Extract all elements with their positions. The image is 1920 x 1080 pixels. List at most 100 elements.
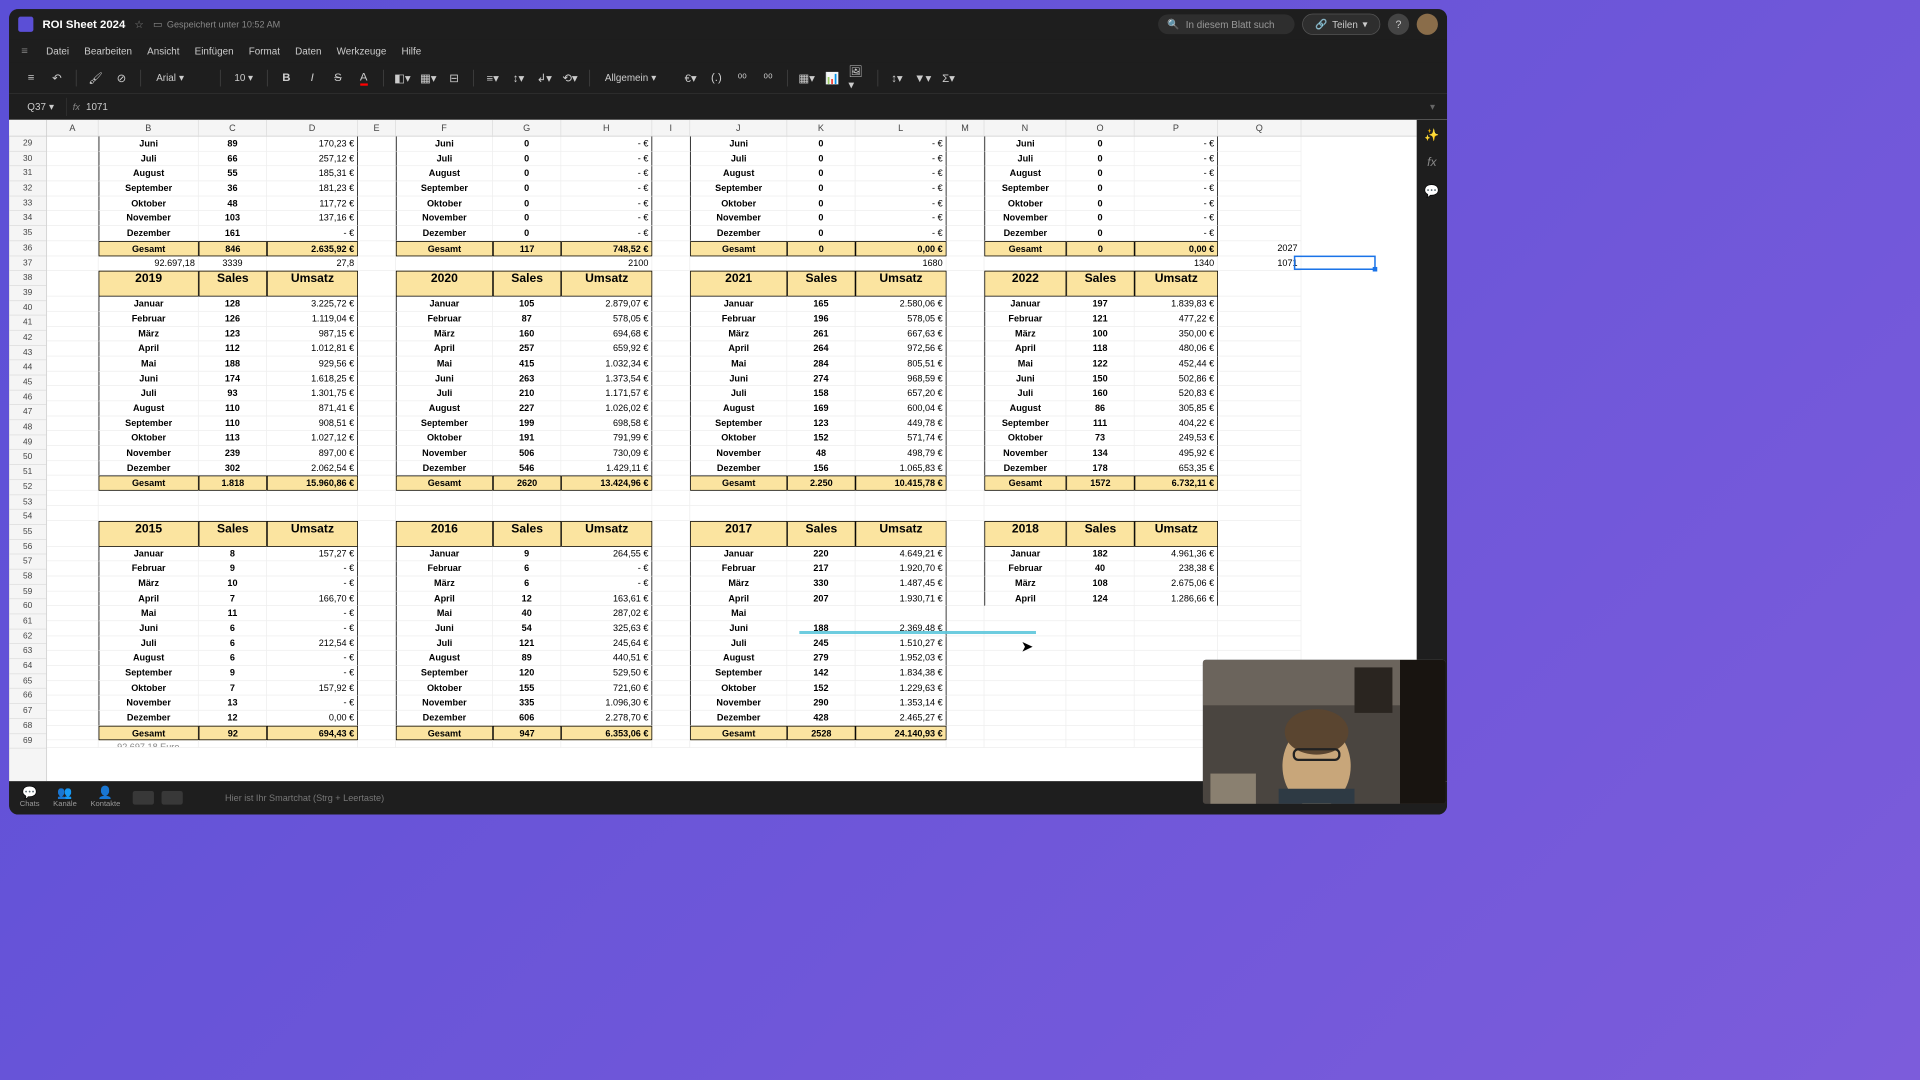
cell[interactable]: 92 — [199, 726, 267, 741]
cell[interactable] — [652, 226, 690, 241]
cell[interactable]: - € — [267, 696, 358, 711]
cell[interactable] — [1218, 297, 1301, 312]
cell[interactable]: - € — [561, 226, 652, 241]
cell[interactable]: September — [396, 181, 493, 196]
cell[interactable]: Oktober — [99, 431, 199, 446]
cell[interactable] — [1135, 506, 1218, 521]
row-header[interactable]: 29 — [9, 137, 46, 152]
cell[interactable]: 10 — [199, 576, 267, 591]
cell[interactable]: 210 — [493, 386, 561, 401]
column-header-F[interactable]: F — [396, 120, 493, 136]
cell[interactable] — [358, 371, 396, 386]
cell[interactable]: 1340 — [1135, 256, 1218, 271]
cell[interactable]: 1.032,34 € — [561, 356, 652, 371]
row-header[interactable]: 63 — [9, 644, 46, 659]
cell[interactable]: April — [396, 341, 493, 356]
cell[interactable]: 185,31 € — [267, 166, 358, 181]
cell[interactable]: Oktober — [984, 431, 1066, 446]
smartchat-hint[interactable]: Hier ist Ihr Smartchat (Strg + Leertaste… — [225, 793, 384, 804]
cell[interactable]: 721,60 € — [561, 681, 652, 696]
cell[interactable]: 264 — [787, 341, 855, 356]
cell[interactable]: Gesamt — [396, 241, 493, 256]
column-header-I[interactable]: I — [652, 120, 690, 136]
cell[interactable] — [946, 297, 984, 312]
cell[interactable]: 330 — [787, 576, 855, 591]
cell[interactable]: Oktober — [99, 681, 199, 696]
cell[interactable] — [358, 356, 396, 371]
cell[interactable] — [946, 696, 984, 711]
cell[interactable]: 13 — [199, 696, 267, 711]
cell[interactable] — [1066, 741, 1134, 749]
cell[interactable]: 249,53 € — [1135, 431, 1218, 446]
cell[interactable]: 477,22 € — [1135, 312, 1218, 327]
cell[interactable] — [1218, 546, 1301, 561]
cell[interactable] — [493, 506, 561, 521]
font-size-input[interactable]: 10 ▾ — [230, 69, 258, 86]
cell[interactable]: 3339 — [199, 256, 267, 271]
contacts-tab[interactable]: 👤Kontakte — [90, 787, 120, 808]
cell[interactable]: 2100 — [561, 256, 652, 271]
cell[interactable] — [47, 681, 99, 696]
cell[interactable]: - € — [561, 561, 652, 576]
cell[interactable]: 92.697,18 — [99, 256, 199, 271]
cell[interactable]: - € — [1135, 181, 1218, 196]
cell[interactable] — [47, 461, 99, 476]
cell[interactable]: 659,92 € — [561, 341, 652, 356]
cell[interactable]: 520,83 € — [1135, 386, 1218, 401]
cell[interactable]: 440,51 € — [561, 651, 652, 666]
row-header[interactable]: 48 — [9, 420, 46, 435]
cell[interactable]: Gesamt — [690, 726, 787, 741]
cell[interactable]: Februar — [984, 312, 1066, 327]
cell[interactable] — [47, 312, 99, 327]
row-header[interactable]: 38 — [9, 271, 46, 286]
cell[interactable] — [396, 491, 493, 506]
cell[interactable]: September — [984, 181, 1066, 196]
cell[interactable]: Oktober — [99, 196, 199, 211]
cell[interactable] — [787, 506, 855, 521]
sheet-tab[interactable] — [161, 791, 182, 805]
cell[interactable] — [47, 651, 99, 666]
cell[interactable] — [946, 506, 984, 521]
cell[interactable] — [1218, 491, 1301, 506]
cell[interactable]: 947 — [493, 726, 561, 741]
cell[interactable]: - € — [267, 666, 358, 681]
cell[interactable]: 0 — [1066, 211, 1134, 226]
cell[interactable]: 0 — [1066, 137, 1134, 152]
cell[interactable] — [652, 341, 690, 356]
cell[interactable]: 3.225,72 € — [267, 297, 358, 312]
cell[interactable] — [47, 741, 99, 749]
cell[interactable]: 6 — [199, 621, 267, 636]
cell[interactable] — [946, 151, 984, 166]
cell[interactable]: September — [984, 416, 1066, 431]
row-header[interactable]: 47 — [9, 405, 46, 420]
cell[interactable]: 1.026,02 € — [561, 401, 652, 416]
cell[interactable]: Dezember — [99, 226, 199, 241]
cell[interactable]: April — [984, 341, 1066, 356]
cell[interactable]: 66 — [199, 151, 267, 166]
cell[interactable]: 290 — [787, 696, 855, 711]
cell[interactable] — [984, 741, 1066, 749]
cell[interactable] — [99, 506, 199, 521]
cell[interactable]: 12 — [199, 711, 267, 726]
cell[interactable]: Januar — [690, 546, 787, 561]
cell[interactable]: 987,15 € — [267, 327, 358, 342]
cell[interactable] — [47, 636, 99, 651]
cell[interactable] — [47, 401, 99, 416]
cell[interactable] — [652, 166, 690, 181]
cell[interactable]: Mai — [984, 356, 1066, 371]
cell[interactable]: Juli — [396, 151, 493, 166]
cell[interactable]: 2.465,27 € — [855, 711, 946, 726]
row-header[interactable]: 61 — [9, 614, 46, 629]
cell[interactable]: 968,59 € — [855, 371, 946, 386]
column-header-N[interactable]: N — [984, 120, 1066, 136]
cell[interactable]: August — [396, 166, 493, 181]
cell[interactable]: 1.952,03 € — [855, 651, 946, 666]
cell[interactable]: Februar — [396, 312, 493, 327]
cell[interactable] — [47, 446, 99, 461]
cell[interactable]: 0,00 € — [1135, 241, 1218, 256]
cell[interactable] — [946, 711, 984, 726]
cell[interactable]: 274 — [787, 371, 855, 386]
cell[interactable] — [199, 506, 267, 521]
cell[interactable]: November — [690, 211, 787, 226]
row-header[interactable]: 39 — [9, 286, 46, 301]
